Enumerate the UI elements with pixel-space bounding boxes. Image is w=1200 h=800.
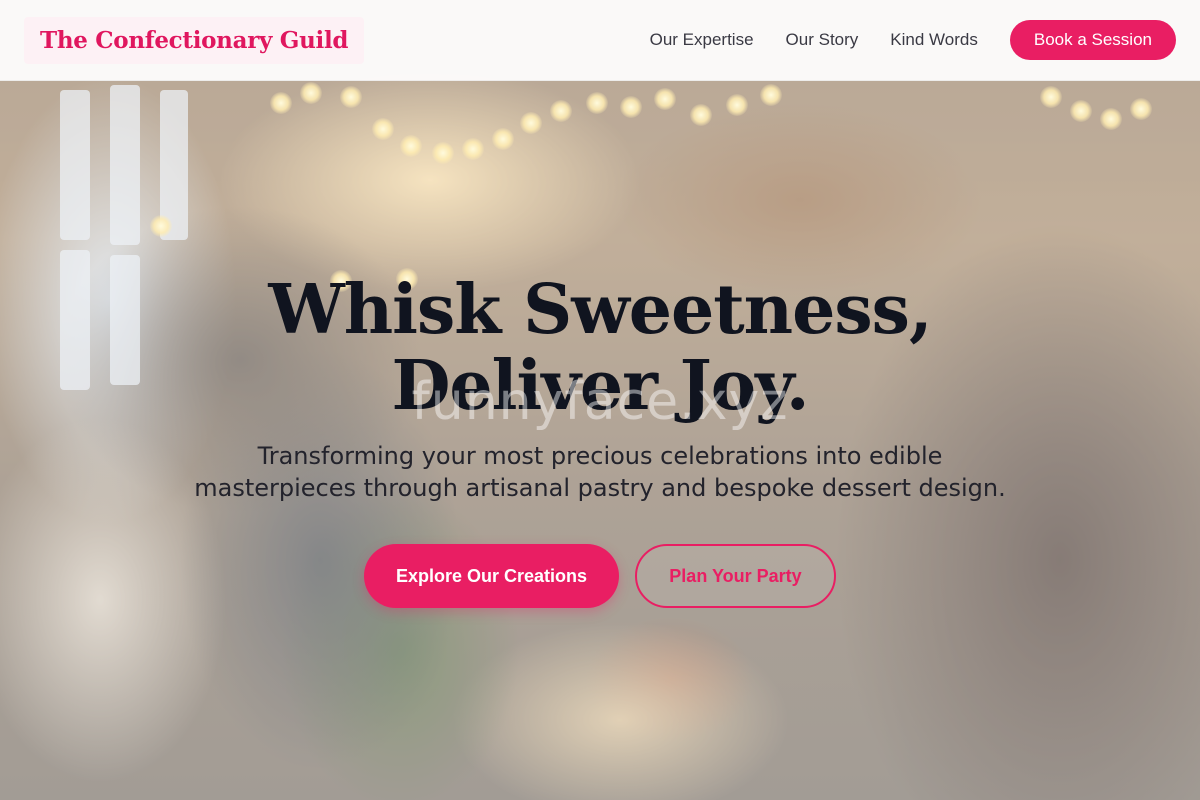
nav-link-our-story[interactable]: Our Story <box>786 30 859 50</box>
plan-party-button[interactable]: Plan Your Party <box>635 544 836 608</box>
book-session-button[interactable]: Book a Session <box>1009 20 1176 60</box>
hero-subtitle: Transforming your most precious celebrat… <box>194 442 1006 502</box>
nav-link-kind-words[interactable]: Kind Words <box>890 30 978 50</box>
explore-creations-button[interactable]: Explore Our Creations <box>364 544 619 608</box>
brand-logo[interactable]: The Confectionary Guild <box>24 16 365 64</box>
site-header: The Confectionary Guild Our Expertise Ou… <box>0 0 1200 81</box>
nav-link-our-expertise[interactable]: Our Expertise <box>650 30 754 50</box>
watermark: funnyface.xyz <box>411 372 789 432</box>
main-nav: Our Expertise Our Story Kind Words Book … <box>650 20 1176 60</box>
hero-cta-group: Explore Our Creations Plan Your Party <box>364 544 836 608</box>
